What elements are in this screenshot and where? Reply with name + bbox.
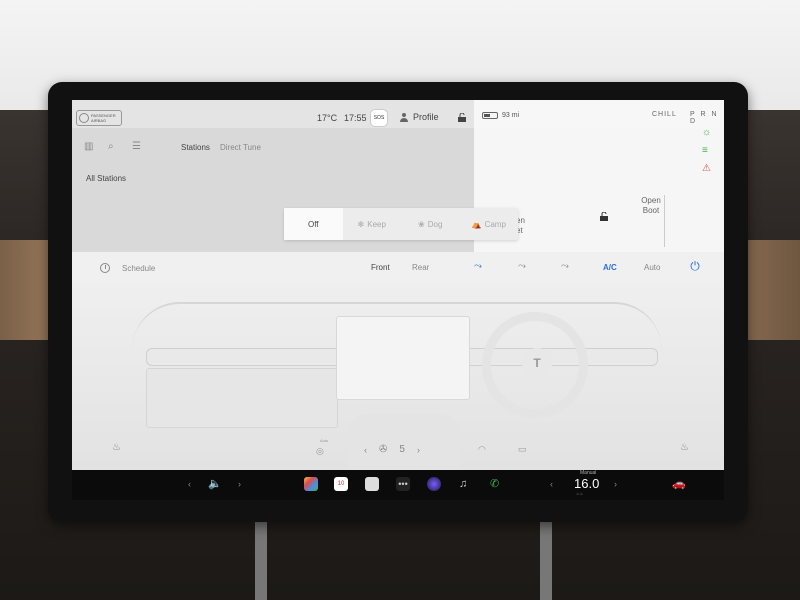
airbag-label: PASSENGER AIRBAG: [91, 113, 116, 123]
mode-dog-option[interactable]: ❀ Dog: [401, 208, 460, 240]
media-source-icons: ▥ ⌕ ☰: [84, 142, 142, 152]
seat-icons: ♨♨: [576, 491, 584, 496]
bottom-dock: ‹ 🔈 › 10 ••• ♫ ✆ ‹ Manual 16.0 ♨♨ › 🚗: [72, 470, 724, 500]
battery-fill: [484, 114, 490, 117]
open-boot-button[interactable]: Open Boot: [636, 196, 666, 216]
range-label: 93 mi: [502, 112, 520, 119]
display-stand-left: [255, 520, 267, 600]
display-stand-right: [540, 520, 552, 600]
gear-selector: P R N D: [690, 111, 719, 125]
camera-app-icon[interactable]: [365, 477, 379, 491]
headlight-icon: ☼: [702, 127, 712, 138]
fan-icon: ✇: [379, 444, 388, 455]
mode-off-option[interactable]: Off: [284, 208, 343, 240]
auto-toggle[interactable]: Auto: [644, 263, 660, 272]
ac-toggle[interactable]: A/C: [603, 263, 617, 272]
sos-button[interactable]: SOS: [370, 109, 388, 127]
fan-mode-label: Auto: [320, 438, 329, 443]
wood-trim-right: [740, 240, 800, 340]
center-display-model: [336, 316, 470, 400]
airbag-off-icon: [79, 113, 89, 123]
drive-mode: CHILL: [652, 111, 677, 118]
profile-button[interactable]: Profile: [400, 112, 439, 122]
toybox-app-icon[interactable]: [304, 477, 318, 491]
schedule-button[interactable]: Schedule: [100, 263, 155, 273]
person-icon: [400, 112, 408, 122]
volume-icon[interactable]: 🔈: [208, 477, 222, 491]
calendar-day: 10: [337, 481, 345, 487]
volume-down-chevron-icon[interactable]: ‹: [188, 477, 191, 491]
touchscreen: PASSENGER AIRBAG 17°C 17:55 SOS Profile …: [72, 100, 724, 500]
airflow-feet-icon[interactable]: ⤳: [561, 261, 569, 272]
climate-control-bar: Schedule Front Rear ⤳ ⤳ ⤳ A/C Auto ⏻: [72, 252, 724, 284]
phone-icon[interactable]: ✆: [490, 477, 499, 491]
door-lock-icon[interactable]: [600, 212, 608, 221]
indicator-icons: ☼ ≡ ⚠: [702, 128, 714, 174]
tab-stations[interactable]: Stations: [181, 143, 210, 152]
front-defrost-icon[interactable]: ◠: [478, 444, 486, 455]
outside-temperature: 17°C: [317, 113, 338, 123]
battery-range: 93 mi: [482, 112, 519, 119]
fan-decrease-chevron-icon[interactable]: ‹: [364, 445, 367, 455]
tab-rear[interactable]: Rear: [412, 263, 429, 272]
passenger-airbag-indicator: PASSENGER AIRBAG: [76, 110, 122, 126]
divider: [664, 195, 665, 247]
tesla-logo-icon: T: [522, 348, 552, 378]
search-icon[interactable]: ⌕: [108, 142, 118, 152]
sos-label: SOS: [373, 115, 385, 121]
clock-icon: [100, 263, 110, 273]
fog-light-icon: ≡: [702, 145, 708, 156]
cabin-temperature-setpoint[interactable]: 16.0: [574, 476, 599, 491]
mode-keep-option[interactable]: ✻ Keep: [343, 208, 402, 240]
fan-increase-chevron-icon[interactable]: ›: [417, 445, 420, 455]
profile-label: Profile: [413, 112, 439, 122]
temp-down-chevron-icon[interactable]: ‹: [550, 477, 553, 491]
steering-heater-icon[interactable]: ◎: [316, 446, 324, 457]
tent-icon: ⛺: [471, 219, 482, 229]
center-console: [348, 414, 460, 470]
fan-icon: ✻: [357, 219, 365, 229]
playlist-icon[interactable]: ☰: [132, 142, 142, 152]
fan-speed-control: ‹ ✇ 5 ›: [364, 444, 420, 455]
dog-icon: ❀: [418, 219, 425, 229]
seat-heater-left-icon[interactable]: ♨: [112, 442, 121, 453]
fan-speed-value: 5: [399, 444, 405, 455]
lock-icon[interactable]: [458, 113, 466, 122]
calendar-app-icon[interactable]: 10: [334, 477, 348, 491]
airflow-face-feet-icon[interactable]: ⤳: [474, 261, 482, 272]
status-bar: PASSENGER AIRBAG 17°C 17:55 SOS Profile …: [72, 100, 724, 128]
equalizer-icon[interactable]: ▥: [84, 142, 94, 152]
more-apps-icon[interactable]: •••: [396, 477, 410, 491]
temp-up-chevron-icon[interactable]: ›: [614, 477, 617, 491]
climate-keep-mode-selector: Off ✻ Keep ❀ Dog ⛺ Camp: [284, 208, 518, 240]
music-icon[interactable]: ♫: [459, 477, 467, 491]
tab-direct-tune[interactable]: Direct Tune: [220, 143, 261, 152]
seatbelt-warning-icon: ⚠: [702, 163, 711, 174]
clock: 17:55: [344, 113, 367, 123]
volume-up-chevron-icon[interactable]: ›: [238, 477, 241, 491]
seat-heater-right-icon[interactable]: ♨: [680, 442, 689, 453]
battery-icon: [482, 112, 498, 119]
mode-camp-option[interactable]: ⛺ Camp: [460, 208, 519, 240]
mode-keep-label: Keep: [367, 219, 386, 229]
mode-dog-label: Dog: [427, 219, 443, 229]
mode-off-label: Off: [307, 219, 319, 229]
media-app-icon[interactable]: [427, 477, 441, 491]
cabin-view: T ♨ ♨ ◎ Auto ‹ ✇ 5 › ◠ ▭: [72, 284, 724, 470]
mode-camp-label: Camp: [484, 219, 506, 229]
tab-front[interactable]: Front: [371, 263, 390, 272]
rear-defrost-icon[interactable]: ▭: [518, 444, 527, 455]
all-stations-heading: All Stations: [86, 174, 127, 183]
airflow-face-icon[interactable]: ⤳: [518, 261, 526, 272]
car-icon[interactable]: 🚗: [672, 477, 686, 491]
glovebox: [146, 368, 338, 428]
power-icon[interactable]: ⏻: [688, 259, 702, 273]
schedule-label: Schedule: [122, 263, 156, 273]
